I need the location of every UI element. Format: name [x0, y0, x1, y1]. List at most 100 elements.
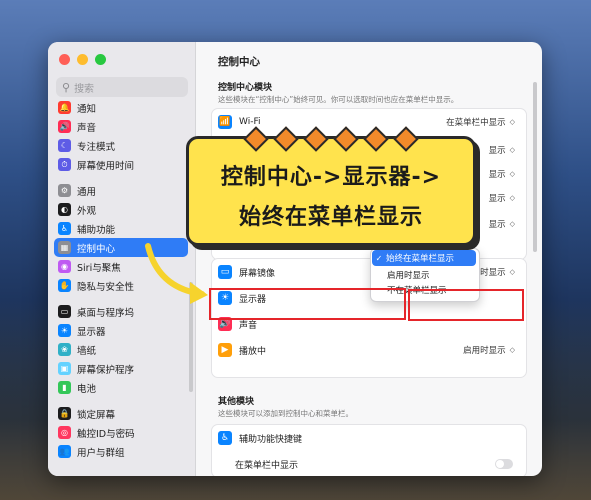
sidebar-item-icon: ⏱	[58, 158, 71, 171]
sidebar-item[interactable]: ☾ 专注模式	[54, 136, 188, 155]
module-visibility-select[interactable]: 在菜单栏中显示 ◇	[446, 116, 515, 128]
module-label: 播放中	[239, 346, 267, 357]
sidebar-item[interactable]: ♿ 辅助功能	[54, 219, 188, 238]
banner-line-2: 始终在菜单栏显示	[238, 205, 423, 230]
sidebar-item[interactable]: ❀ 墙纸	[54, 340, 188, 359]
dropdown-selected-option[interactable]: ✓ 始终在菜单栏显示	[372, 250, 476, 266]
checkmark-icon: ✓	[375, 253, 383, 263]
sidebar-item-label: 声音	[77, 122, 97, 134]
sidebar-item-label: 锁定屏幕	[77, 409, 116, 421]
sidebar-item-icon: ❀	[58, 343, 71, 356]
sidebar-item-icon: 🔊	[58, 120, 71, 133]
sidebar-item-label: 控制中心	[77, 243, 116, 255]
show-in-menubar-label: 在菜单栏中显示	[235, 460, 299, 471]
sidebar-item-label: 专注模式	[77, 141, 116, 153]
chevron-updown-icon: ◇	[509, 146, 515, 154]
main-scrollbar[interactable]	[533, 82, 537, 252]
sidebar-item[interactable]: ▮ 电池	[54, 378, 188, 397]
chevron-updown-icon: ◇	[509, 220, 515, 228]
sidebar-item[interactable]: ◎ 触控ID与密码	[54, 423, 188, 442]
sidebar-item[interactable]: ⚙ 通用	[54, 181, 188, 200]
dropdown-option[interactable]: 启用时显示	[371, 267, 479, 282]
module-visibility-value: 在菜单栏中显示	[446, 118, 506, 128]
sidebar-item-label: 桌面与程序坞	[77, 307, 135, 319]
instruction-banner: 控制中心->显示器-> 始终在菜单栏显示	[186, 126, 476, 246]
module-icon: ▶	[218, 343, 232, 357]
module-visibility-select[interactable]: 显示 ◇	[489, 192, 515, 204]
highlight-box-display-row	[209, 288, 406, 320]
search-input[interactable]: ⚲ 搜索	[56, 77, 188, 97]
sidebar-item-icon: ☀	[58, 324, 71, 337]
sidebar-item-label: 屏幕使用时间	[77, 160, 135, 172]
sidebar-item[interactable]: ☀ 显示器	[54, 321, 188, 340]
chevron-updown-icon: ◇	[509, 268, 515, 276]
sidebar-item-label: 外观	[77, 205, 97, 217]
accessibility-icon: ♿	[218, 431, 232, 445]
show-in-menubar-toggle[interactable]	[495, 459, 513, 469]
sidebar-item-icon: ▭	[58, 305, 71, 318]
highlight-box-dropdown	[408, 289, 524, 321]
sidebar-item-label: 辅助功能	[77, 224, 116, 236]
sidebar-item[interactable]: 🔊 声音	[54, 117, 188, 136]
sidebar-item-label: 用户与群组	[77, 447, 125, 459]
sidebar-item-icon: 🔔	[58, 101, 71, 114]
sidebar-item-icon: ✋	[58, 279, 71, 292]
page-title: 控制中心	[218, 56, 260, 68]
banner-dots	[189, 126, 473, 152]
sidebar-item-icon: ▣	[58, 362, 71, 375]
module-icon: 📶	[218, 115, 232, 129]
accessibility-shortcut-label: 辅助功能快捷键	[239, 434, 303, 445]
minimize-button[interactable]	[77, 54, 88, 65]
sidebar-item-label: 屏幕保护程序	[77, 364, 135, 376]
sidebar-item[interactable]: ◐ 外观	[54, 200, 188, 219]
sidebar-item-icon: ▮	[58, 381, 71, 394]
chevron-updown-icon: ◇	[509, 118, 515, 126]
sidebar-item-icon: 🔒	[58, 407, 71, 420]
accessibility-shortcut-row[interactable]: ♿ 辅助功能快捷键	[213, 426, 523, 450]
module-visibility-select[interactable]: 显示 ◇	[489, 144, 515, 156]
sidebar-item-label: 触控ID与密码	[77, 428, 135, 440]
sidebar-item-icon: ☾	[58, 139, 71, 152]
module-visibility-select[interactable]: 启用时显示 ◇	[463, 344, 515, 356]
module-icon: ▭	[218, 265, 232, 279]
module-visibility-select[interactable]: 显示 ◇	[489, 218, 515, 230]
module-visibility-select[interactable]: 显示 ◇	[489, 168, 515, 180]
chevron-updown-icon: ◇	[509, 170, 515, 178]
sidebar-item-icon: ♿	[58, 222, 71, 235]
sidebar-item-label: 通知	[77, 103, 97, 115]
sidebar-item-icon: ◉	[58, 260, 71, 273]
close-button[interactable]	[59, 54, 70, 65]
module-visibility-value: 启用时显示	[463, 346, 506, 356]
sidebar-item-icon: ⚙	[58, 184, 71, 197]
sidebar-item[interactable]: ▣ 屏幕保护程序	[54, 359, 188, 378]
zoom-button[interactable]	[95, 54, 106, 65]
other-heading: 其他模块	[218, 397, 255, 407]
module-label: Wi-Fi	[239, 117, 261, 127]
module-visibility-value: 显示	[488, 220, 506, 230]
module-label: 屏幕镜像	[239, 268, 276, 279]
sidebar-item[interactable]: ⏱ 屏幕使用时间	[54, 155, 188, 174]
yellow-arrow-icon	[145, 243, 208, 304]
sidebar-item-label: 通用	[77, 186, 97, 198]
search-placeholder: 搜索	[74, 83, 95, 95]
module-visibility-value: 显示	[488, 146, 506, 156]
sidebar-item-icon: ◐	[58, 203, 71, 216]
modules-heading: 控制中心模块	[218, 83, 273, 93]
module-row[interactable]: ▶ 播放中 启用时显示 ◇	[213, 338, 523, 362]
dropdown-selected-label: 始终在菜单栏显示	[386, 254, 455, 264]
sidebar-item-label: 墙纸	[77, 345, 97, 357]
sidebar-item[interactable]: 🔒 锁定屏幕	[54, 404, 188, 423]
banner-line-1: 控制中心->显示器->	[220, 165, 442, 190]
window-controls	[59, 54, 106, 65]
module-visibility-value: 显示	[488, 170, 506, 180]
sidebar-item[interactable]: 👥 用户与群组	[54, 442, 188, 461]
sidebar-item-label: 电池	[77, 383, 97, 395]
chevron-updown-icon: ◇	[509, 346, 515, 354]
show-in-menubar-row: 在菜单栏中显示	[235, 452, 523, 476]
modules-subtitle: 这些模块在“控制中心”始终可见。你可以选取时间也应在菜单栏中显示。	[218, 95, 459, 104]
sidebar-item[interactable]: 🔔 通知	[54, 98, 188, 117]
sidebar-item-label: 隐私与安全性	[77, 281, 135, 293]
main-pane: 控制中心 控制中心模块 这些模块在“控制中心”始终可见。你可以选取时间也应在菜单…	[195, 42, 542, 476]
sidebar-item-icon: 👥	[58, 445, 71, 458]
other-subtitle: 这些模块可以添加到控制中心和菜单栏。	[218, 409, 353, 418]
